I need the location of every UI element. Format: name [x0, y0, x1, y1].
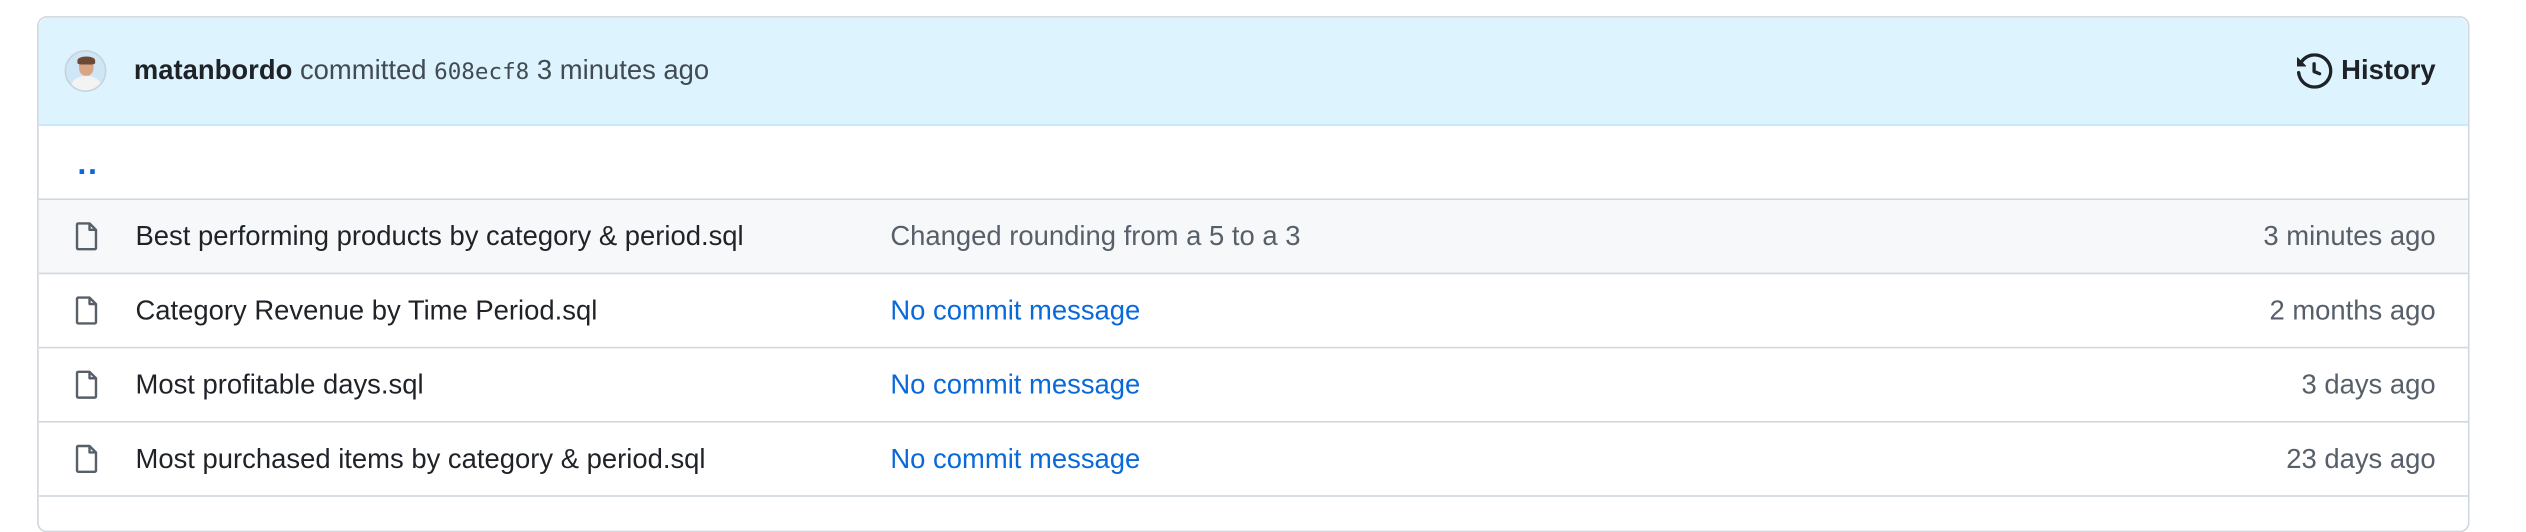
commit-sha-link[interactable]: 608ecf8 — [434, 60, 529, 86]
file-commit-message[interactable]: No commit message — [890, 369, 1140, 401]
file-row[interactable]: Category Revenue by Time Period.sql No co… — [38, 274, 2468, 349]
commit-author-link[interactable]: matanbordo — [134, 55, 292, 86]
file-list: Best performing products by category & p… — [38, 200, 2468, 497]
history-label: History — [2341, 54, 2436, 86]
history-clock-icon — [2297, 53, 2334, 89]
file-row[interactable]: Most profitable days.sql No commit messag… — [38, 348, 2468, 423]
file-name-link[interactable]: Most purchased items by category & perio… — [135, 443, 705, 475]
latest-commit-bar: matanbordo committed 608ecf8 3 minutes a… — [38, 17, 2468, 126]
avatar[interactable] — [64, 50, 107, 92]
file-browser: matanbordo committed 608ecf8 3 minutes a… — [37, 16, 2470, 532]
history-button[interactable]: History — [2297, 53, 2436, 89]
file-row[interactable]: Most purchased items by category & perio… — [38, 423, 2468, 497]
parent-directory-link[interactable]: .. — [77, 148, 98, 180]
file-row[interactable]: Best performing products by category & p… — [38, 200, 2468, 275]
file-icon — [74, 369, 100, 400]
file-name-link[interactable]: Best performing products by category & p… — [135, 220, 743, 252]
latest-commit-summary: matanbordo committed 608ecf8 3 minutes a… — [134, 55, 709, 87]
file-name-link[interactable]: Category Revenue by Time Period.sql — [135, 294, 597, 326]
file-icon — [74, 221, 100, 252]
file-name-link[interactable]: Most profitable days.sql — [135, 369, 423, 401]
file-icon — [74, 295, 100, 326]
file-commit-age: 2 months ago — [2269, 294, 2436, 326]
commit-verb: committed — [299, 54, 427, 86]
file-icon — [74, 444, 100, 475]
file-commit-age: 3 days ago — [2301, 368, 2436, 400]
file-commit-age: 3 minutes ago — [2263, 220, 2436, 251]
parent-directory-row: .. — [38, 126, 2468, 201]
commit-time: 3 minutes ago — [536, 54, 710, 86]
file-commit-message[interactable]: No commit message — [890, 443, 1140, 475]
file-commit-age: 23 days ago — [2286, 442, 2436, 474]
file-commit-message: Changed rounding from a 5 to a 3 — [890, 220, 1301, 251]
file-commit-message[interactable]: No commit message — [890, 294, 1140, 326]
